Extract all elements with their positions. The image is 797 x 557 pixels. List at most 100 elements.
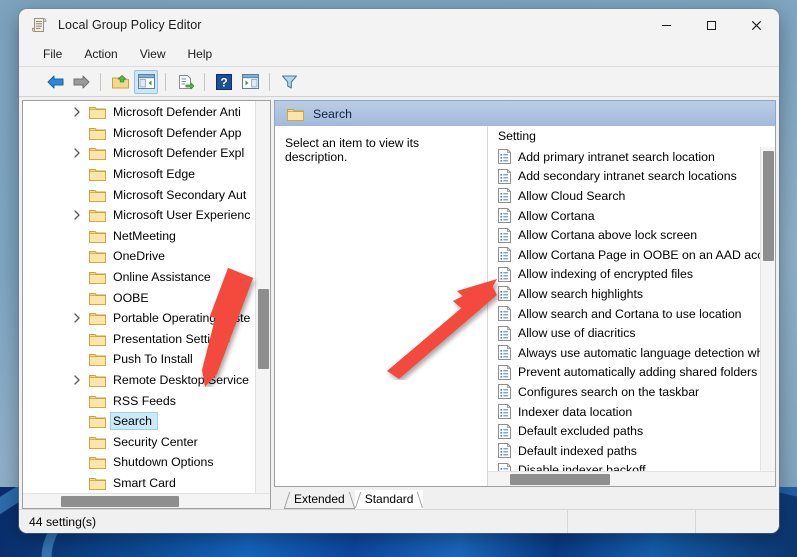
maximize-button[interactable]: [689, 9, 734, 41]
folder-icon: [89, 311, 106, 325]
setting-row[interactable]: Disable indexer backoff: [488, 461, 760, 472]
folder-icon: [89, 229, 106, 243]
menu-bar: File Action View Help: [19, 41, 779, 67]
setting-row[interactable]: Allow Cortana: [488, 206, 760, 226]
setting-label: Allow indexing of encrypted files: [518, 267, 693, 281]
policy-setting-icon: [498, 345, 511, 360]
tree-item-shutdown-options[interactable]: Shutdown Options: [23, 452, 255, 473]
tree-item-label: Microsoft Defender Anti: [113, 105, 241, 119]
setting-row[interactable]: Add primary intranet search location: [488, 147, 760, 167]
settings-horizontal-scroll-thumb[interactable]: [510, 474, 610, 485]
setting-row[interactable]: Add secondary intranet search locations: [488, 167, 760, 187]
setting-label: Allow search highlights: [518, 287, 643, 301]
chevron-right-icon[interactable]: [71, 312, 83, 324]
setting-row[interactable]: Allow Cortana above lock screen: [488, 225, 760, 245]
setting-row[interactable]: Allow Cloud Search: [488, 186, 760, 206]
setting-row[interactable]: Configures search on the taskbar: [488, 382, 760, 402]
tree-item-label: NetMeeting: [113, 229, 176, 243]
setting-row[interactable]: Always use automatic language detection …: [488, 343, 760, 363]
filter-icon[interactable]: [277, 70, 301, 94]
policy-setting-icon: [498, 247, 511, 262]
tab-extended[interactable]: Extended: [284, 490, 355, 509]
folder-icon: [89, 249, 106, 263]
policy-editor-icon: [31, 16, 49, 34]
tree-item-label: Shutdown Options: [113, 455, 214, 469]
tree-item-label: RSS Feeds: [113, 394, 176, 408]
tree-item-presentation-settings[interactable]: Presentation Settings: [23, 329, 255, 350]
folder-icon: [89, 455, 106, 469]
setting-label: Always use automatic language detection …: [518, 346, 760, 360]
show-hide-console-tree-icon[interactable]: [134, 70, 158, 94]
tree-item-microsoft-defender-anti[interactable]: Microsoft Defender Anti: [23, 102, 255, 123]
close-button[interactable]: [734, 9, 779, 41]
title-bar[interactable]: Local Group Policy Editor: [19, 9, 779, 41]
tree-item-label: Security Center: [113, 435, 198, 449]
menu-item-file[interactable]: File: [43, 47, 62, 61]
settings-horizontal-scrollbar[interactable]: [488, 471, 775, 486]
forward-icon[interactable]: [69, 70, 93, 94]
policy-setting-icon: [498, 228, 511, 243]
tree-item-search[interactable]: Search: [23, 411, 255, 432]
tree-item-microsoft-secondary-aut[interactable]: Microsoft Secondary Aut: [23, 184, 255, 205]
description-text: Select an item to view its description.: [285, 136, 419, 164]
menu-item-action[interactable]: Action: [84, 47, 117, 61]
tree-horizontal-scrollbar[interactable]: [23, 493, 270, 508]
back-icon[interactable]: [43, 70, 67, 94]
chevron-right-icon[interactable]: [71, 147, 83, 159]
tree-item-netmeeting[interactable]: NetMeeting: [23, 226, 255, 247]
status-bar: 44 setting(s): [19, 509, 779, 533]
settings-list[interactable]: Add primary intranet search location Add…: [488, 147, 760, 471]
setting-label: Disable indexer backoff: [518, 463, 646, 471]
tree-item-smart-card[interactable]: Smart Card: [23, 473, 255, 493]
export-list-icon[interactable]: [173, 70, 197, 94]
settings-vertical-scrollbar[interactable]: [760, 147, 775, 471]
tree-item-remote-desktop-service[interactable]: Remote Desktop Service: [23, 370, 255, 391]
tree-item-microsoft-edge[interactable]: Microsoft Edge: [23, 164, 255, 185]
folder-icon: [287, 107, 304, 121]
tree-item-microsoft-user-experienc[interactable]: Microsoft User Experienc: [23, 205, 255, 226]
setting-row[interactable]: Default indexed paths: [488, 441, 760, 461]
setting-row[interactable]: Prevent automatically adding shared fold…: [488, 363, 760, 383]
menu-item-help[interactable]: Help: [188, 47, 213, 61]
chevron-right-icon[interactable]: [71, 209, 83, 221]
up-folder-icon[interactable]: [108, 70, 132, 94]
tab-standard[interactable]: Standard: [355, 490, 424, 509]
folder-icon: [89, 105, 106, 119]
tree-vertical-scroll-thumb[interactable]: [258, 289, 269, 369]
setting-row[interactable]: Allow indexing of encrypted files: [488, 265, 760, 285]
toolbar-separator: [100, 73, 101, 91]
tree-item-push-to-install[interactable]: Push To Install: [23, 349, 255, 370]
chevron-right-icon[interactable]: [71, 106, 83, 118]
setting-row[interactable]: Allow use of diacritics: [488, 323, 760, 343]
local-group-policy-editor-window: Local Group Policy Editor File Action Vi…: [19, 9, 779, 533]
setting-label: Allow Cloud Search: [518, 189, 625, 203]
tree-item-onedrive[interactable]: OneDrive: [23, 246, 255, 267]
setting-row[interactable]: Allow search and Cortana to use location: [488, 304, 760, 324]
setting-row[interactable]: Default excluded paths: [488, 421, 760, 441]
tree-item-rss-feeds[interactable]: RSS Feeds: [23, 390, 255, 411]
tree-item-microsoft-defender-app[interactable]: Microsoft Defender App: [23, 123, 255, 144]
minimize-button[interactable]: [644, 9, 689, 41]
help-icon[interactable]: ?: [212, 70, 236, 94]
setting-row[interactable]: Allow Cortana Page in OOBE on an AAD acc…: [488, 245, 760, 265]
tree-item-oobe[interactable]: OOBE: [23, 287, 255, 308]
setting-row[interactable]: Allow search highlights: [488, 284, 760, 304]
tree-item-online-assistance[interactable]: Online Assistance: [23, 267, 255, 288]
settings-vertical-scroll-thumb[interactable]: [763, 151, 774, 261]
tree-horizontal-scroll-thumb[interactable]: [61, 496, 179, 507]
setting-row[interactable]: Indexer data location: [488, 402, 760, 422]
setting-label: Default excluded paths: [518, 424, 643, 438]
tree-item-security-center[interactable]: Security Center: [23, 432, 255, 453]
setting-label: Allow search and Cortana to use location: [518, 307, 742, 321]
tree-item-microsoft-defender-expl[interactable]: Microsoft Defender Expl: [23, 143, 255, 164]
policy-tree[interactable]: Microsoft Defender Anti Microsoft Defend…: [23, 101, 255, 493]
show-action-pane-icon[interactable]: [238, 70, 262, 94]
tree-vertical-scrollbar[interactable]: [255, 101, 270, 493]
menu-item-view[interactable]: View: [140, 47, 166, 61]
folder-icon: [89, 332, 106, 346]
settings-column-header[interactable]: Setting: [488, 126, 775, 147]
folder-icon: [89, 352, 106, 366]
chevron-right-icon[interactable]: [71, 374, 83, 386]
main-content: Microsoft Defender Anti Microsoft Defend…: [19, 97, 779, 509]
tree-item-portable-operating-syste[interactable]: Portable Operating Syste: [23, 308, 255, 329]
